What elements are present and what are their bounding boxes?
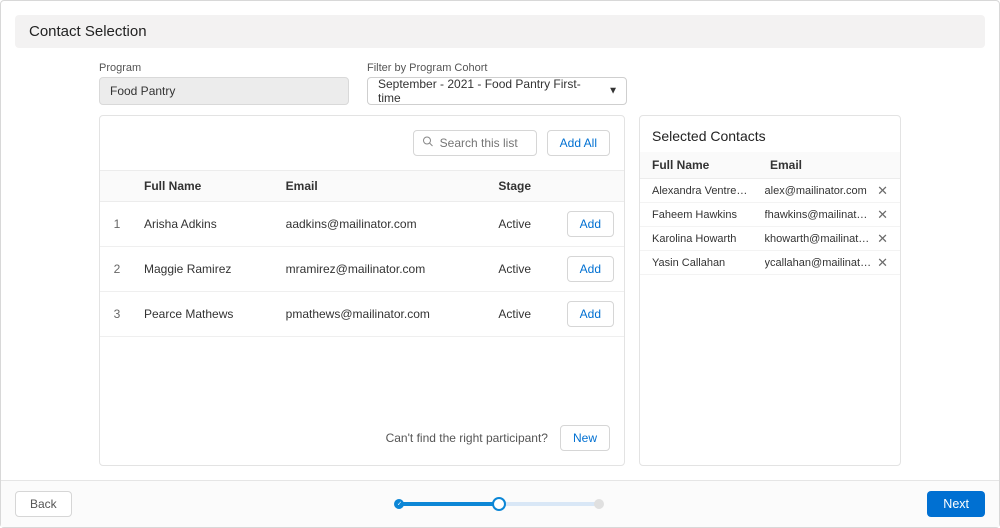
col-index — [100, 171, 134, 202]
step-3-icon — [594, 499, 604, 509]
row-name: Pearce Mathews — [134, 292, 276, 337]
selected-row: Yasin Callahan ycallahan@mailinator.c… ✕ — [640, 251, 900, 275]
row-email: pmathews@mailinator.com — [276, 292, 489, 337]
table-row: 1 Arisha Adkins aadkins@mailinator.com A… — [100, 202, 624, 247]
row-email: aadkins@mailinator.com — [276, 202, 489, 247]
row-name: Maggie Ramirez — [134, 247, 276, 292]
step-2-icon — [492, 497, 506, 511]
selected-row: Karolina Howarth khowarth@mailinator.c… … — [640, 227, 900, 251]
selected-name: Karolina Howarth — [652, 233, 765, 245]
add-all-button[interactable]: Add All — [547, 130, 610, 156]
selected-name: Alexandra Ventre… — [652, 185, 765, 197]
col-stage: Stage — [488, 171, 556, 202]
search-input[interactable] — [413, 130, 537, 156]
row-index: 2 — [100, 247, 134, 292]
cohort-value: September - 2021 - Food Pantry First-tim… — [378, 77, 598, 105]
search-icon — [422, 136, 434, 151]
col-fullname: Full Name — [134, 171, 276, 202]
col-action — [557, 171, 624, 202]
remove-icon[interactable]: ✕ — [877, 232, 888, 245]
cohort-label: Filter by Program Cohort — [367, 62, 627, 74]
add-button[interactable]: Add — [567, 301, 614, 327]
table-row: 2 Maggie Ramirez mramirez@mailinator.com… — [100, 247, 624, 292]
next-button[interactable]: Next — [927, 491, 985, 517]
progress-indicator — [72, 502, 928, 506]
remove-icon[interactable]: ✕ — [877, 184, 888, 197]
row-email: mramirez@mailinator.com — [276, 247, 489, 292]
selected-title: Selected Contacts — [640, 116, 900, 152]
search-input-field[interactable] — [440, 136, 528, 150]
row-stage: Active — [488, 202, 556, 247]
remove-icon[interactable]: ✕ — [877, 256, 888, 269]
remove-icon[interactable]: ✕ — [877, 208, 888, 221]
row-index: 1 — [100, 202, 134, 247]
back-button[interactable]: Back — [15, 491, 72, 517]
step-1-icon — [394, 499, 404, 509]
row-stage: Active — [488, 292, 556, 337]
selected-col-email: Email — [770, 158, 888, 172]
contacts-list-panel: Add All Full Name Email Stage 1 Arisha — [99, 115, 625, 466]
selected-email: khowarth@mailinator.c… — [765, 233, 878, 245]
row-name: Arisha Adkins — [134, 202, 276, 247]
col-email: Email — [276, 171, 489, 202]
selected-email: fhawkins@mailinator.com — [765, 209, 878, 221]
selected-col-name: Full Name — [652, 158, 770, 172]
selected-email: alex@mailinator.com — [765, 185, 878, 197]
selected-contacts-panel: Selected Contacts Full Name Email Alexan… — [639, 115, 901, 466]
wizard-footer: Back Next — [1, 480, 999, 527]
page-title: Contact Selection — [15, 15, 985, 48]
program-field: Food Pantry — [99, 77, 349, 105]
program-value: Food Pantry — [110, 84, 175, 98]
row-index: 3 — [100, 292, 134, 337]
cohort-select[interactable]: September - 2021 - Food Pantry First-tim… — [367, 77, 627, 105]
selected-name: Faheem Hawkins — [652, 209, 765, 221]
add-button[interactable]: Add — [567, 211, 614, 237]
row-stage: Active — [488, 247, 556, 292]
new-button[interactable]: New — [560, 425, 610, 451]
selected-row: Alexandra Ventre… alex@mailinator.com ✕ — [640, 179, 900, 203]
add-button[interactable]: Add — [567, 256, 614, 282]
selected-row: Faheem Hawkins fhawkins@mailinator.com ✕ — [640, 203, 900, 227]
caret-down-icon: ▼ — [608, 86, 618, 97]
program-label: Program — [99, 62, 349, 74]
selected-name: Yasin Callahan — [652, 257, 765, 269]
footer-prompt: Can't find the right participant? — [386, 431, 548, 445]
contacts-table: Full Name Email Stage 1 Arisha Adkins aa… — [100, 170, 624, 337]
table-row: 3 Pearce Mathews pmathews@mailinator.com… — [100, 292, 624, 337]
selected-email: ycallahan@mailinator.c… — [765, 257, 878, 269]
